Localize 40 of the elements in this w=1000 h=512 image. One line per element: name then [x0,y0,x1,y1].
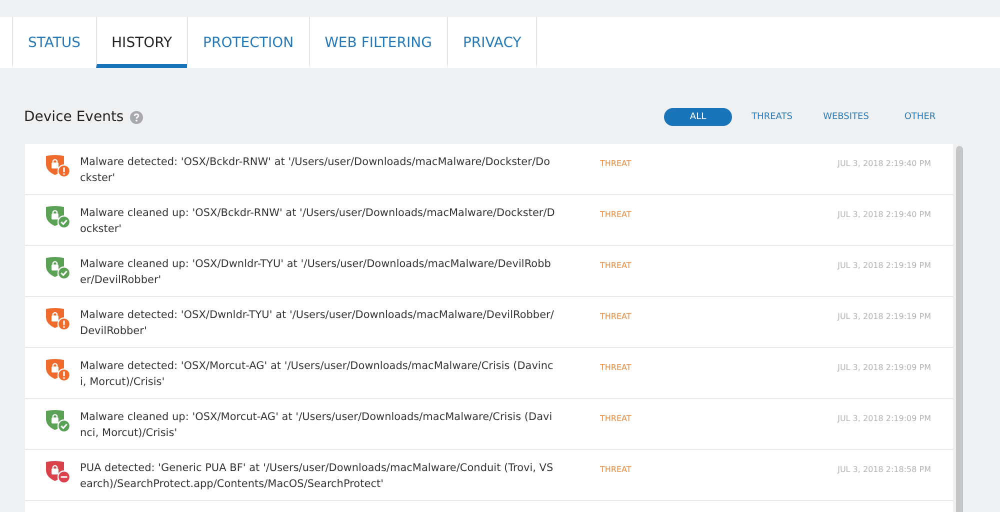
tab[interactable]: STATUS [12,17,96,68]
event-category: THREAT [599,159,632,168]
event-message: Malware cleaned up: 'OSX/Dwnldr-TYU' at '/Users/user/Downloads/macMalware/DevilRobber/DevilRobber' [80,257,552,288]
event-message: Malware cleaned up: 'OSX/Bckdr-RNW' at '/Users/user/Downloads/macMalware/Dockster/Dockster' [80,206,555,237]
tab[interactable]: PRIVACY [446,17,538,68]
event-time: JUL 3, 2018 2:19:40 PM [836,210,932,219]
event-row[interactable]: Malware cleaned up: 'OSX/Bckdr-RNW' at '/Users/user/Downloads/macMalware/Dockster/Dockster' THREAT JUL 3, 2018 2:19:40 PM [25,195,953,246]
event-row[interactable]: Malware detected: 'OSX/Morcut-AG' at '/Users/user/Downloads/macMalware/Crisis (Davinci, Morcut)/Crisis' THREAT JUL 3, 2018 2:19:09 PM [25,348,953,399]
help-icon[interactable] [130,110,143,124]
event-time: JUL 3, 2018 2:18:58 PM [836,465,932,474]
event-message: Malware detected: 'OSX/Dwnldr-TYU' at '/Users/user/Downloads/macMalware/DevilRobber/DevilRobber' [80,308,555,339]
event-message: Malware cleaned up: 'OSX/Morcut-AG' at '/Users/user/Downloads/macMalware/Crisis (Davinci, Morcut)/Crisis' [80,410,554,441]
filter-pill[interactable]: WEBSITES [812,108,880,126]
event-row[interactable]: Malware cleaned up: 'OSX/Dwnldr-TYU' at '/Users/user/Downloads/macMalware/DevilRobber/DevilRobber' THREAT JUL 3, 2018 2:19:19 PM [25,246,953,297]
event-category: THREAT [599,414,632,423]
tab[interactable]: WEB FILTERING [308,17,447,68]
scrollbar-thumb[interactable] [956,146,963,512]
event-time: JUL 3, 2018 2:19:19 PM [836,312,932,321]
event-category: THREAT [599,312,632,321]
event-category: THREAT [599,465,632,474]
event-message: Malware detected: 'OSX/Bckdr-RNW' at '/Users/user/Downloads/macMalware/Dockster/Dockster' [80,155,551,186]
event-time: JUL 3, 2018 2:19:40 PM [836,159,932,168]
event-row[interactable]: Malware cleaned up: 'OSX/Morcut-AG' at '/Users/user/Downloads/macMalware/Crisis (Davinci, Morcut)/Crisis' THREAT JUL 3, 2018 2:19:09 PM [25,399,953,450]
event-time: JUL 3, 2018 2:19:09 PM [836,363,932,372]
event-message: Malware detected: 'OSX/Morcut-AG' at '/Users/user/Downloads/macMalware/Crisis (Davinci, Morcut)/Crisis' [80,359,554,390]
event-row[interactable]: Malware detected: 'OSX/Dwnldr-TYU' at '/Users/user/Downloads/macMalware/DevilRobber/DevilRobber' THREAT JUL 3, 2018 2:19:19 PM [25,297,953,348]
filter-pill[interactable]: ALL [664,108,732,126]
section-title: Device Events [24,109,124,125]
event-category: THREAT [599,261,632,270]
event-row[interactable]: Malware detected: 'OSX/Bckdr-RNW' at '/Users/user/Downloads/macMalware/Dockster/Dockster' THREAT JUL 3, 2018 2:19:40 PM [25,144,953,195]
event-time: JUL 3, 2018 2:19:19 PM [836,261,932,270]
event-time: JUL 3, 2018 2:19:09 PM [836,414,932,423]
event-row[interactable]: PUA detected: 'Generic PUA BF' at '/Users/user/Downloads/macMalware/Conduit (Trovi, VSearch)/SearchProtect.app/Contents/MacOS/SearchProtect' THREAT JUL 3, 2018 2:18:58 PM [25,450,953,501]
event-category: THREAT [599,210,632,219]
filter-pill[interactable]: THREATS [738,108,806,126]
tab[interactable]: PROTECTION [187,17,309,68]
event-message: PUA detected: 'Generic PUA BF' at '/Users/user/Downloads/macMalware/Conduit (Trovi, VSearch)/SearchProtect.app/Contents/MacOS/SearchProtect' [80,461,554,492]
event-category: THREAT [599,363,632,372]
filter-pill[interactable]: OTHER [886,108,954,126]
tab[interactable]: HISTORY [96,17,188,68]
